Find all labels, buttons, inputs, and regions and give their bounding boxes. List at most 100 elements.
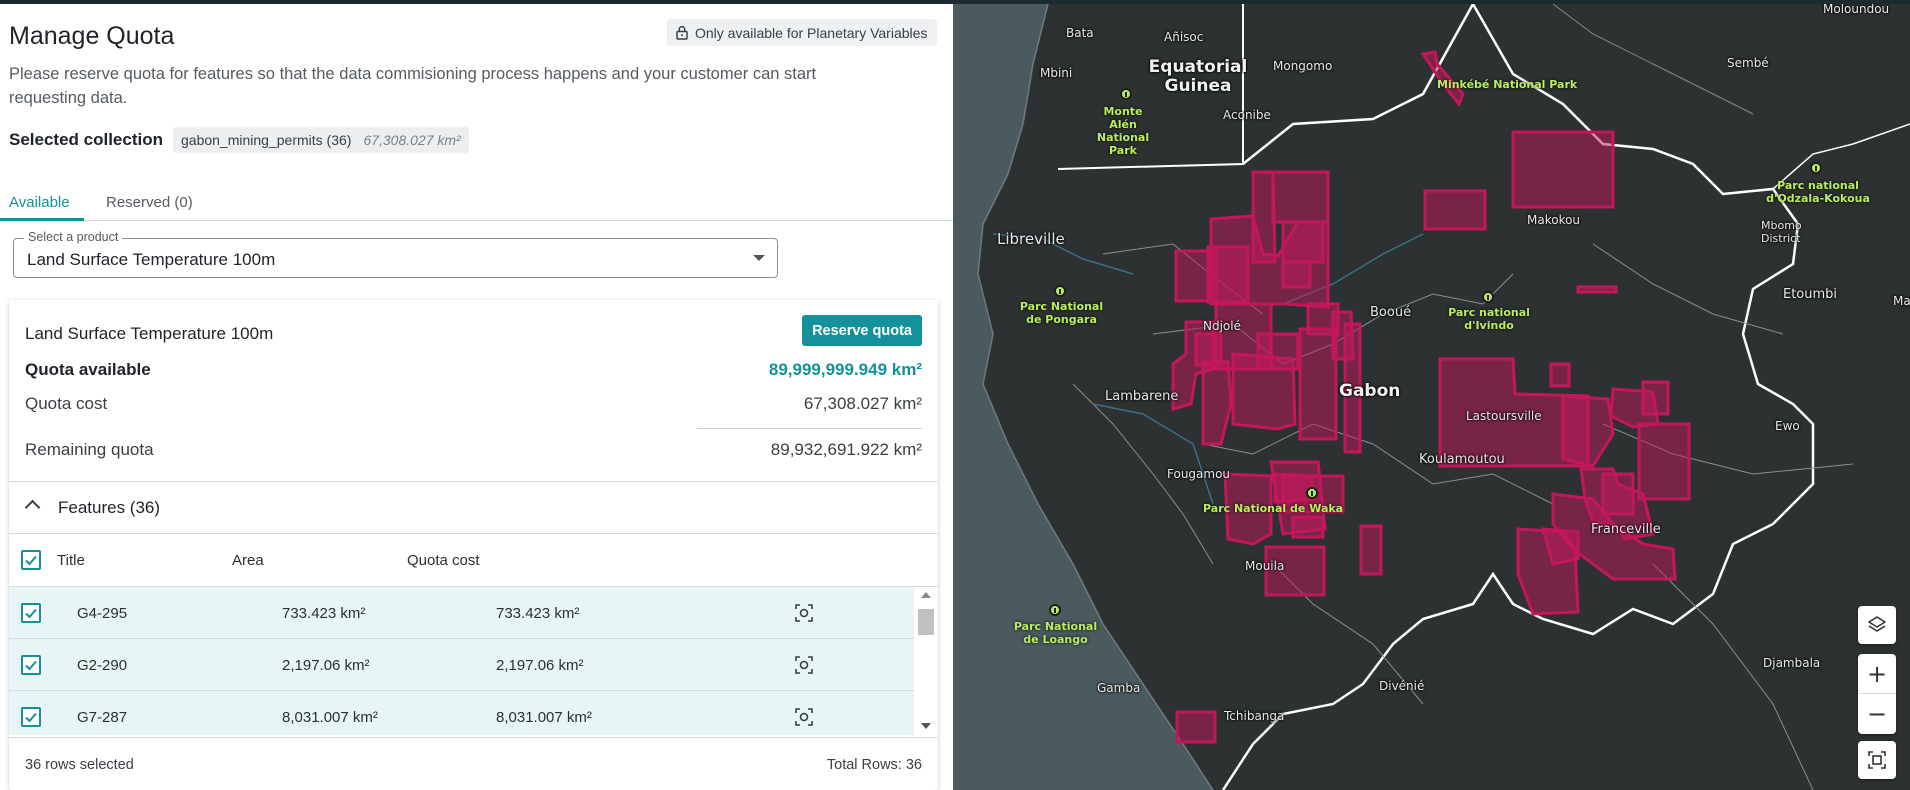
map-label-djambala: Djambala	[1763, 656, 1821, 670]
map-label-lastoursville: Lastoursville	[1466, 409, 1542, 423]
park-marker-icon	[1306, 487, 1318, 499]
check-icon	[25, 555, 37, 566]
map-label-pongara: Parc National de Pongara	[1019, 300, 1104, 326]
map-label-gamba: Gamba	[1097, 681, 1141, 695]
tab-available[interactable]: Available	[9, 194, 70, 211]
tab-indicator	[0, 218, 84, 221]
map-label-waka: Parc National de Waka	[1203, 502, 1344, 515]
quota-cost-value: 67,308.027 km²	[803, 394, 922, 413]
map-label-gabon: Gabon	[1339, 381, 1401, 401]
zoom-controls: + −	[1858, 654, 1896, 734]
quota-panel: Manage Quota Only available for Planetar…	[0, 4, 953, 790]
map-label-ma: Ma	[1893, 294, 1910, 308]
row-checkbox[interactable]	[21, 707, 41, 727]
table-row[interactable]: G2-290 2,197.06 km² 2,197.06 km²	[9, 639, 914, 691]
map-label-libreville: Libreville	[997, 230, 1065, 248]
map-label-tchibanga: Tchibanga	[1224, 709, 1285, 723]
scroll-thumb[interactable]	[918, 609, 934, 635]
scroll-down-icon[interactable]	[921, 723, 931, 729]
features-accordion-header[interactable]: Features (36)	[9, 482, 938, 534]
table-scrollbar[interactable]	[914, 587, 938, 735]
column-quota-cost[interactable]: Quota cost	[407, 552, 480, 569]
map-label-ivindo: Parc national d'Ivindo	[1448, 306, 1530, 332]
park-marker-icon	[1054, 285, 1066, 297]
layers-button[interactable]	[1858, 606, 1896, 644]
page-description: Please reserve quota for features so tha…	[9, 65, 817, 107]
chevron-up-icon	[24, 499, 41, 516]
map-label-divenie: Divénié	[1379, 679, 1425, 693]
caret-down-icon	[753, 255, 765, 261]
column-area[interactable]: Area	[232, 552, 264, 569]
park-marker-icon	[1120, 88, 1132, 100]
quota-card: Land Surface Temperature 100m Reserve qu…	[9, 300, 938, 790]
tab-reserved[interactable]: Reserved (0)	[106, 194, 193, 211]
collection-area: 67,308.027 km²	[363, 132, 461, 148]
zoom-to-feature-icon[interactable]	[794, 707, 814, 727]
remaining-quota-label: Remaining quota	[25, 440, 154, 459]
quota-card-title: Land Surface Temperature 100m	[25, 324, 274, 343]
quota-available-row: Quota available 89,999,999.949 km²	[25, 360, 922, 380]
collection-chip: gabon_mining_permits (36) 67,308.027 km²	[173, 127, 469, 153]
map-label-aconibe: Aconibe	[1223, 108, 1271, 122]
fit-bounds-button[interactable]	[1858, 741, 1896, 779]
quota-available-value: 89,999,999.949 km²	[768, 360, 922, 379]
selected-collection-label: Selected collection	[9, 130, 163, 149]
zoom-to-feature-icon[interactable]	[794, 655, 814, 675]
check-icon	[25, 660, 37, 671]
cell-quota-cost: 733.423 km²	[496, 605, 580, 622]
row-checkbox[interactable]	[21, 655, 41, 675]
zoom-to-feature-icon[interactable]	[794, 603, 814, 623]
map-view[interactable]: Bata Añisoc Mbini Mongomo Aconibe Moloun…	[953, 4, 1910, 790]
column-title[interactable]: Title	[57, 552, 85, 569]
map-label-koulamoutou: Koulamoutou	[1419, 452, 1505, 467]
cell-title: G2-290	[77, 657, 128, 674]
map-label-minkebe: Minkébé National Park	[1437, 78, 1578, 91]
features-title: Features (36)	[58, 498, 161, 517]
product-select-label: Select a product	[24, 230, 123, 244]
check-icon	[25, 712, 37, 723]
map-label-etoumbi: Etoumbi	[1783, 287, 1838, 302]
tab-bar: Available Reserved (0)	[0, 186, 953, 221]
table-footer: 36 rows selected Total Rows: 36	[9, 737, 938, 790]
map-label-sembe: Sembé	[1727, 56, 1769, 70]
cell-title: G4-295	[77, 605, 128, 622]
map-label-makokou: Makokou	[1527, 213, 1581, 227]
quota-divider	[697, 428, 922, 429]
zoom-in-button[interactable]: +	[1858, 654, 1896, 694]
map-label-mouila: Mouila	[1245, 559, 1285, 573]
quota-available-label: Quota available	[25, 360, 151, 379]
rows-selected-text: 36 rows selected	[25, 757, 134, 773]
table-header: Title Area Quota cost	[9, 534, 938, 586]
cell-area: 733.423 km²	[282, 605, 366, 622]
page-title: Manage Quota	[9, 22, 175, 50]
map-label-mbini: Mbini	[1040, 66, 1073, 80]
collection-name: gabon_mining_permits (36)	[181, 132, 352, 148]
cell-area: 2,197.06 km²	[282, 657, 370, 674]
park-marker-icon	[1810, 162, 1822, 174]
map-label-loango: Parc National de Loango	[1013, 620, 1098, 646]
lock-icon	[676, 25, 688, 40]
zoom-out-button[interactable]: −	[1858, 694, 1896, 734]
select-all-checkbox[interactable]	[21, 550, 41, 570]
map-label-anisoc: Añisoc	[1164, 30, 1204, 44]
cell-title: G7-287	[77, 709, 128, 726]
fit-bounds-icon	[1868, 751, 1886, 769]
features-table-body: G4-295 733.423 km² 733.423 km² G2-290 2,…	[9, 587, 914, 735]
park-marker-icon	[1482, 291, 1494, 303]
remaining-quota-row: Remaining quota 89,932,691.922 km²	[25, 440, 922, 460]
row-checkbox[interactable]	[21, 603, 41, 623]
check-icon	[25, 608, 37, 619]
scroll-up-icon[interactable]	[921, 592, 931, 598]
reserve-quota-button[interactable]: Reserve quota	[802, 315, 922, 346]
product-select[interactable]: Select a product Land Surface Temperatur…	[13, 230, 778, 278]
quota-cost-row: Quota cost 67,308.027 km²	[25, 394, 922, 414]
layers-icon	[1868, 616, 1886, 632]
map-label-odzala: Parc national d'Odzala-Kokoua	[1766, 179, 1870, 205]
map-label-lambarene: Lambarene	[1105, 389, 1179, 404]
table-row[interactable]: G4-295 733.423 km² 733.423 km²	[9, 587, 914, 639]
map-label-moloundou: Moloundou	[1823, 4, 1890, 16]
availability-badge: Only available for Planetary Variables	[667, 19, 938, 46]
park-marker-icon	[1049, 604, 1061, 616]
badge-text: Only available for Planetary Variables	[695, 24, 928, 41]
table-row[interactable]: G7-287 8,031.007 km² 8,031.007 km²	[9, 691, 914, 735]
